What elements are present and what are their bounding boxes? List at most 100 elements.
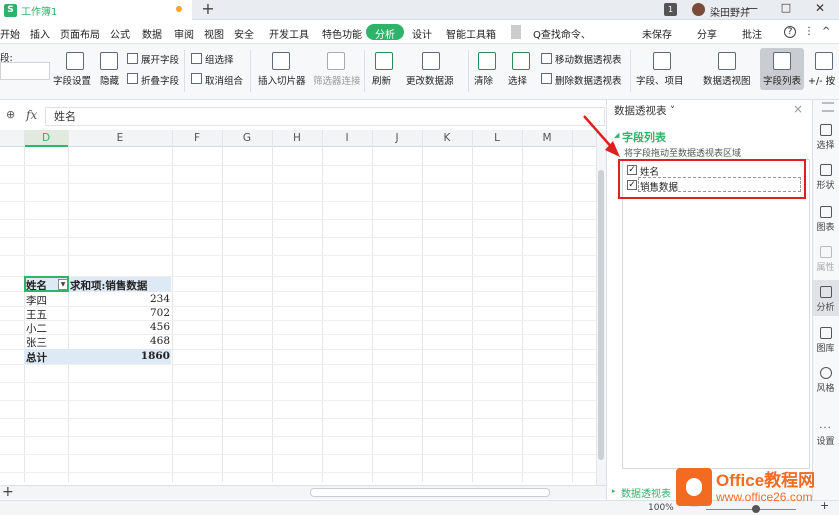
pivot-area-section[interactable]: 数据透视表 — [621, 485, 671, 500]
minimize-button[interactable]: — — [738, 1, 766, 19]
tool-shape[interactable]: 形状 — [812, 164, 839, 191]
zoom-slider-knob[interactable] — [752, 505, 760, 513]
new-tab-button[interactable]: + — [200, 0, 216, 20]
delete-pivot-icon[interactable] — [541, 73, 552, 84]
column-header-j[interactable]: J — [372, 132, 422, 144]
pivot-row-label[interactable]: 张三 — [26, 335, 47, 350]
fields-items-button[interactable]: 字段、项目 — [636, 73, 684, 87]
change-source-button[interactable]: 更改数据源 — [406, 73, 454, 87]
plus-minus-icon[interactable] — [815, 52, 833, 70]
field-list-section-title[interactable]: 字段列表 — [622, 129, 666, 145]
menu-security[interactable]: 安全 — [234, 26, 254, 41]
notification-badge[interactable]: 1 — [664, 3, 677, 16]
tool-gallery[interactable]: 图库 — [812, 327, 839, 354]
avatar[interactable] — [692, 3, 705, 16]
pivot-area-expand-icon[interactable]: ▸ — [612, 487, 616, 495]
help-icon[interactable]: ? — [784, 26, 796, 38]
pivot-total-label[interactable]: 总计 — [26, 350, 47, 365]
horizontal-scroll-thumb[interactable] — [310, 488, 550, 497]
refresh-button[interactable]: 刷新 — [372, 73, 391, 87]
tool-property[interactable]: 属性 — [812, 246, 839, 273]
ungroup-icon[interactable] — [191, 73, 202, 84]
comment-button[interactable]: 批注 — [742, 26, 762, 41]
menu-design[interactable]: 设计 — [412, 26, 432, 41]
pivot-total-value[interactable]: 1860 — [120, 350, 170, 362]
command-search[interactable]: Q查找命令、 — [533, 26, 591, 41]
move-pivot-icon[interactable] — [541, 53, 552, 64]
column-header-l[interactable]: L — [472, 132, 522, 144]
menu-developer[interactable]: 开发工具 — [269, 26, 309, 41]
pivot-row-label[interactable]: 小二 — [26, 321, 47, 336]
select-button[interactable]: 选择 — [508, 73, 527, 87]
share-button[interactable]: 分享 — [697, 26, 717, 41]
pivot-row-value[interactable]: 702 — [120, 307, 170, 319]
menu-page-layout[interactable]: 页面布局 — [60, 26, 100, 41]
section-expand-icon[interactable]: ◢ — [614, 131, 619, 139]
menu-review[interactable]: 审阅 — [174, 26, 194, 41]
clear-icon[interactable] — [478, 52, 496, 70]
add-sheet-button[interactable]: + — [2, 484, 14, 500]
unsaved-status[interactable]: 未保存 — [642, 26, 672, 41]
selected-cell[interactable] — [24, 276, 69, 292]
tool-chart[interactable]: 图表 — [812, 206, 839, 233]
field-settings-button[interactable]: 字段设置 — [53, 73, 91, 87]
zoom-in-button[interactable]: + — [820, 499, 829, 512]
expand-field-button[interactable]: 展开字段 — [141, 52, 179, 66]
collapse-field-icon[interactable] — [127, 73, 138, 84]
document-tab[interactable]: S 工作簿1 — [0, 0, 192, 20]
pivot-row-label[interactable]: 王五 — [26, 307, 47, 322]
menu-more-icon[interactable] — [511, 25, 521, 39]
zoom-slider[interactable] — [706, 509, 796, 510]
pivot-row-value[interactable]: 468 — [120, 335, 170, 347]
hide-icon[interactable] — [100, 52, 118, 70]
pivot-row-label[interactable]: 李四 — [26, 293, 47, 308]
clear-button[interactable]: 清除 — [474, 73, 493, 87]
column-header-g[interactable]: G — [222, 132, 272, 144]
menu-smart-toolbox[interactable]: 智能工具箱 — [446, 26, 496, 41]
field-list-button[interactable]: 字段列表 — [763, 73, 801, 87]
tool-style[interactable]: 风格 — [812, 367, 839, 394]
slicer-icon[interactable] — [272, 52, 290, 70]
refresh-icon[interactable] — [375, 52, 393, 70]
insert-slicer-button[interactable]: 插入切片器 — [258, 73, 306, 87]
pivot-chart-button[interactable]: 数据透视图 — [703, 73, 751, 87]
menu-insert[interactable]: 插入 — [30, 26, 50, 41]
group-select-icon[interactable] — [191, 53, 202, 64]
fields-items-icon[interactable] — [653, 52, 671, 70]
menu-data[interactable]: 数据 — [142, 26, 162, 41]
menu-formula[interactable]: 公式 — [110, 26, 130, 41]
collapse-field-button[interactable]: 折叠字段 — [141, 73, 179, 87]
select-icon[interactable] — [512, 52, 530, 70]
field-list-icon[interactable] — [773, 52, 791, 70]
hide-button[interactable]: 隐藏 — [100, 73, 119, 87]
menu-home[interactable]: 开始 — [0, 26, 20, 41]
menu-analyze[interactable]: 分析 — [366, 26, 404, 41]
tool-select[interactable]: 选择 — [812, 124, 839, 151]
ungroup-button[interactable]: 取消组合 — [205, 73, 243, 87]
formula-input[interactable]: 姓名 — [45, 107, 605, 126]
more-icon[interactable]: ⋮ — [804, 26, 814, 37]
tool-settings[interactable]: ··· 设置 — [812, 423, 839, 447]
column-header-h[interactable]: H — [272, 132, 322, 144]
menu-view[interactable]: 视图 — [204, 26, 224, 41]
change-source-icon[interactable] — [422, 52, 440, 70]
column-header-i[interactable]: I — [322, 132, 372, 144]
plus-minus-button[interactable]: +/- 按 — [808, 73, 835, 87]
pane-title[interactable]: 数据透视表 ˅ — [614, 103, 675, 118]
move-pivot-button[interactable]: 移动数据透视表 — [555, 52, 622, 66]
pivot-chart-icon[interactable] — [718, 52, 736, 70]
pivot-header-sum[interactable]: 求和项:销售数据 — [70, 278, 147, 293]
column-header-m[interactable]: M — [522, 132, 572, 144]
active-field-input[interactable] — [0, 62, 50, 80]
vertical-scroll-thumb[interactable] — [598, 170, 604, 460]
close-button[interactable]: ✕ — [806, 1, 834, 19]
tool-analyze[interactable]: 分析 — [812, 286, 839, 313]
pivot-row-value[interactable]: 456 — [120, 321, 170, 333]
maximize-button[interactable]: □ — [772, 1, 800, 19]
group-select-button[interactable]: 组选择 — [205, 52, 234, 66]
pane-close-icon[interactable]: × — [793, 102, 803, 116]
column-header-d[interactable]: D — [24, 132, 68, 144]
column-header-e[interactable]: E — [68, 132, 172, 144]
pivot-row-value[interactable]: 234 — [120, 293, 170, 305]
column-header-f[interactable]: F — [172, 132, 222, 144]
